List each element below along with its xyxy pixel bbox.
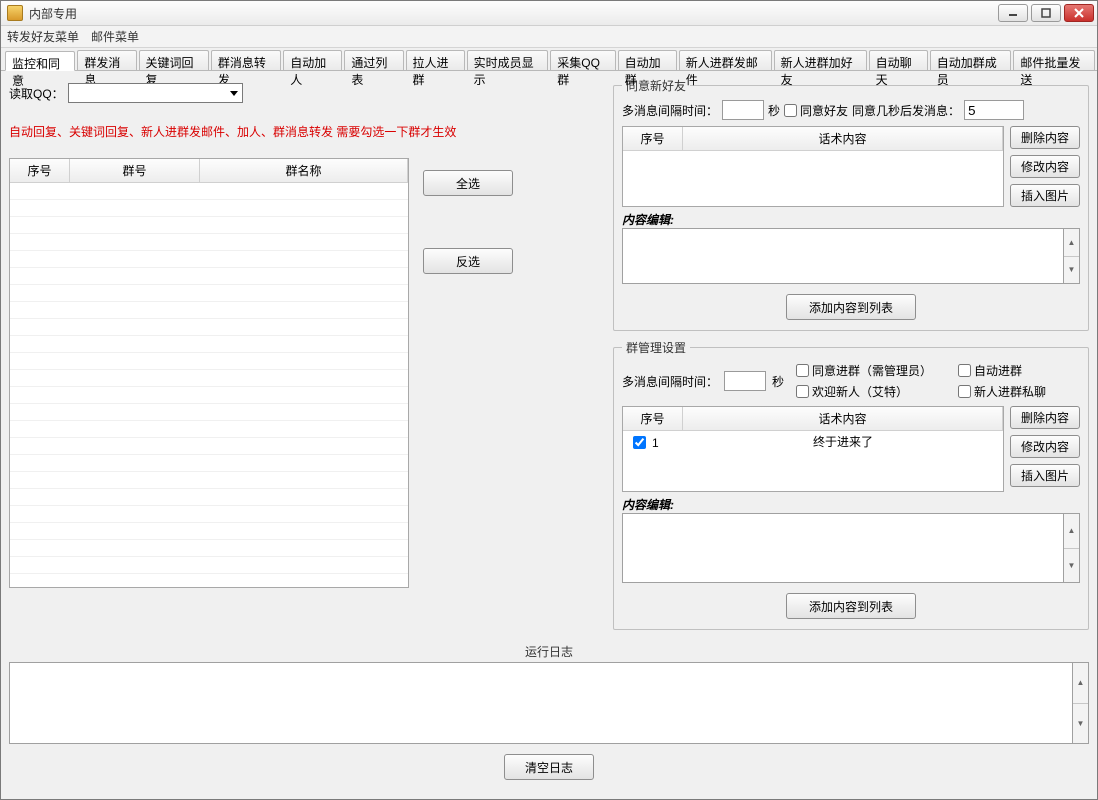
tab-monitor-agree[interactable]: 监控和同意 (5, 51, 75, 71)
log-up[interactable]: ▲ (1073, 663, 1088, 704)
group-list-table[interactable]: 序号 群号 群名称 (9, 158, 409, 588)
tab-auto-chat[interactable]: 自动聊天 (869, 50, 928, 70)
tab-mail-bulk-send[interactable]: 邮件批量发送 (1013, 50, 1095, 70)
app-icon (7, 5, 23, 21)
group-interval-unit: 秒 (772, 373, 784, 390)
tab-pass-list[interactable]: 通过列表 (344, 50, 403, 70)
maximize-button[interactable] (1031, 4, 1061, 22)
group-editor[interactable] (622, 513, 1064, 583)
friend-col-no: 序号 (623, 127, 683, 151)
tab-group-message[interactable]: 群发消息 (77, 50, 136, 70)
group-edit-button[interactable]: 修改内容 (1010, 435, 1080, 458)
agree-join-label: 同意进群（需管理员） (812, 362, 932, 379)
tab-auto-add-group-member[interactable]: 自动加群成员 (930, 50, 1012, 70)
log-down[interactable]: ▼ (1073, 704, 1088, 744)
log-textbox[interactable] (9, 662, 1073, 744)
auto-join-label: 自动进群 (974, 362, 1022, 379)
group-col-no: 序号 (10, 159, 70, 183)
friend-add-to-list-button[interactable]: 添加内容到列表 (786, 294, 916, 320)
tabstrip: 监控和同意 群发消息 关键词回复 群消息转发 自动加人 通过列表 拉人进群 实时… (1, 48, 1097, 71)
log-title: 运行日志 (9, 643, 1089, 660)
friend-editor-up[interactable]: ▲ (1064, 229, 1079, 257)
group-col-content: 话术内容 (683, 407, 1003, 431)
minimize-button[interactable] (998, 4, 1028, 22)
tab-newcomer-add-friend[interactable]: 新人进群加好友 (774, 50, 867, 70)
group-add-to-list-button[interactable]: 添加内容到列表 (786, 593, 916, 619)
after-sec-input[interactable] (964, 100, 1024, 120)
group-col-no: 序号 (623, 407, 683, 431)
table-row[interactable]: 1 终于进来了 (623, 431, 1003, 454)
clear-log-button[interactable]: 清空日志 (504, 754, 594, 780)
friend-edit-button[interactable]: 修改内容 (1010, 155, 1080, 178)
friend-col-content: 话术内容 (683, 127, 1003, 151)
tab-group-forward[interactable]: 群消息转发 (211, 50, 281, 70)
warning-text: 自动回复、关键词回复、新人进群发邮件、加人、群消息转发 需要勾选一下群才生效 (9, 123, 601, 140)
group-delete-button[interactable]: 删除内容 (1010, 406, 1080, 429)
read-qq-combo[interactable] (68, 83, 243, 103)
friend-delete-button[interactable]: 删除内容 (1010, 126, 1080, 149)
welcome-new-label: 欢迎新人（艾特） (812, 383, 908, 400)
friend-interval-label: 多消息间隔时间： (622, 102, 718, 119)
friend-editor[interactable] (622, 228, 1064, 284)
friend-interval-unit: 秒 (768, 102, 780, 119)
titlebar: 内部专用 (1, 1, 1097, 26)
group-interval-input[interactable] (724, 371, 766, 391)
tab-newcomer-mail[interactable]: 新人进群发邮件 (679, 50, 772, 70)
friend-interval-input[interactable] (722, 100, 764, 120)
window-title: 内部专用 (29, 5, 998, 22)
row-checkbox[interactable] (633, 436, 646, 449)
tab-auto-add-group[interactable]: 自动加群 (618, 50, 677, 70)
group-interval-label: 多消息间隔时间： (622, 373, 718, 390)
group-col-name: 群名称 (200, 159, 408, 183)
friend-editor-down[interactable]: ▼ (1064, 257, 1079, 284)
new-private-label: 新人进群私聊 (974, 383, 1046, 400)
agree-friend-checkbox[interactable] (784, 104, 797, 117)
log-area: 运行日志 ▲▼ 清空日志 (1, 641, 1097, 788)
close-button[interactable] (1064, 4, 1094, 22)
agree-friend-panel: 同意新好友 多消息间隔时间： 秒 同意好友 同意几秒后发消息： 序号 话术内容 (613, 77, 1089, 331)
friend-insert-image-button[interactable]: 插入图片 (1010, 184, 1080, 207)
tab-pull-into-group[interactable]: 拉人进群 (406, 50, 465, 70)
row-text: 终于进来了 (683, 431, 1003, 454)
invert-select-button[interactable]: 反选 (423, 248, 513, 274)
tab-auto-add-person[interactable]: 自动加人 (283, 50, 342, 70)
after-sec-label: 同意几秒后发消息： (852, 102, 960, 119)
agree-friend-chk-label: 同意好友 (800, 102, 848, 119)
group-editor-up[interactable]: ▲ (1064, 514, 1079, 549)
tab-realtime-members[interactable]: 实时成员显示 (467, 50, 549, 70)
menu-mail[interactable]: 邮件菜单 (91, 28, 139, 45)
group-manage-panel: 群管理设置 多消息间隔时间： 秒 同意进群（需管理员） 欢迎新人（艾特） 自动进… (613, 339, 1089, 630)
group-editor-label: 内容编辑: (622, 496, 1080, 513)
agree-join-checkbox[interactable] (796, 364, 809, 377)
group-insert-image-button[interactable]: 插入图片 (1010, 464, 1080, 487)
group-manage-legend: 群管理设置 (622, 339, 690, 356)
select-all-button[interactable]: 全选 (423, 170, 513, 196)
tab-collect-qq-group[interactable]: 采集QQ群 (550, 50, 615, 70)
friend-script-table[interactable]: 序号 话术内容 (622, 126, 1004, 207)
group-editor-down[interactable]: ▼ (1064, 549, 1079, 583)
friend-editor-label: 内容编辑: (622, 211, 1080, 228)
menu-forward-friend[interactable]: 转发好友菜单 (7, 28, 79, 45)
auto-join-checkbox[interactable] (958, 364, 971, 377)
tab-keyword-reply[interactable]: 关键词回复 (139, 50, 209, 70)
group-col-id: 群号 (70, 159, 200, 183)
menubar: 转发好友菜单 邮件菜单 (1, 26, 1097, 48)
new-private-checkbox[interactable] (958, 385, 971, 398)
welcome-new-checkbox[interactable] (796, 385, 809, 398)
content-pane: 读取QQ： 自动回复、关键词回复、新人进群发邮件、加人、群消息转发 需要勾选一下… (1, 71, 1097, 641)
group-script-table[interactable]: 序号 话术内容 1 终于进来了 (622, 406, 1004, 492)
row-no: 1 (652, 436, 659, 450)
